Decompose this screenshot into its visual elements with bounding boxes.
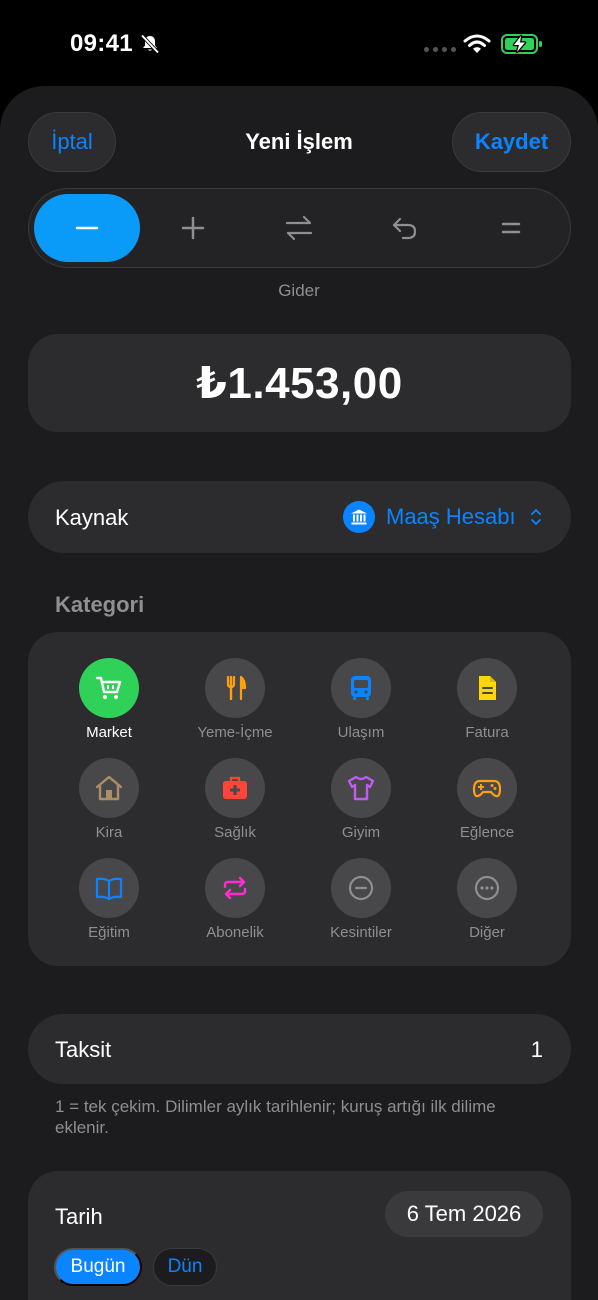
date-section: Tarih 6 Tem 2026 Bugün Dün <box>28 1171 571 1300</box>
bank-icon <box>343 501 375 533</box>
book-icon <box>95 877 123 901</box>
category-label: Abonelik <box>206 924 264 941</box>
category-kesintiler[interactable]: Kesintiler <box>298 858 424 948</box>
category-market[interactable]: Market <box>46 658 172 748</box>
category-diger[interactable]: Diğer <box>424 858 550 948</box>
installment-label: Taksit <box>55 1037 112 1062</box>
category-label: Fatura <box>465 724 509 741</box>
category-label: Ulaşım <box>337 724 385 741</box>
category-label: Kesintiler <box>330 924 392 941</box>
bus-icon <box>351 676 371 700</box>
segment-transfer[interactable] <box>246 194 352 262</box>
yesterday-button[interactable]: Dün <box>153 1248 217 1286</box>
date-label: Tarih <box>55 1204 103 1229</box>
category-egitim[interactable]: Eğitim <box>46 858 172 948</box>
category-yeme-icme[interactable]: Yeme-İçme <box>172 658 298 748</box>
category-giyim[interactable]: Giyim <box>298 758 424 848</box>
installment-note: 1 = tek çekim. Dilimler aylık tarihlenir… <box>55 1097 496 1137</box>
source-value: Maaş Hesabı <box>386 504 516 529</box>
date-picker-button[interactable]: 6 Tem 2026 <box>385 1191 543 1237</box>
ellipsis-circle-icon <box>474 875 500 901</box>
category-label: Eğitim <box>88 924 130 941</box>
plus-icon <box>181 216 205 240</box>
equals-icon <box>501 222 521 234</box>
segment-balance[interactable] <box>458 194 564 262</box>
segment-expense[interactable] <box>34 194 140 262</box>
source-row[interactable]: Kaynak Maaş Hesabı <box>28 481 571 553</box>
cart-icon <box>95 676 122 699</box>
medkit-icon <box>223 776 247 799</box>
installment-value[interactable]: 1 <box>531 1037 543 1063</box>
transfer-arrows-icon <box>285 215 313 241</box>
gamepad-icon <box>472 779 502 798</box>
status-time: 09:41 <box>70 30 133 57</box>
document-icon <box>479 676 496 700</box>
category-section-title: Kategori <box>55 592 145 617</box>
category-grid: Market Yeme-İçme Ulaşım Fatura Kira Sağl… <box>28 632 571 966</box>
transaction-type-segment <box>28 188 571 268</box>
repeat-icon <box>223 876 247 900</box>
category-label: Yeme-İçme <box>197 724 273 741</box>
category-label: Market <box>86 724 132 741</box>
category-label: Kira <box>95 824 123 841</box>
cellular-signal-icon <box>424 47 456 52</box>
category-eglence[interactable]: Eğlence <box>424 758 550 848</box>
category-saglik[interactable]: Sağlık <box>172 758 298 848</box>
minus-circle-icon <box>348 875 374 901</box>
chevron-up-down-icon <box>531 509 541 525</box>
tshirt-icon <box>347 775 375 801</box>
category-abonelik[interactable]: Abonelik <box>172 858 298 948</box>
today-button[interactable]: Bugün <box>54 1248 142 1286</box>
minus-icon <box>75 226 99 230</box>
save-button[interactable]: Kaydet <box>452 112 571 172</box>
source-label: Kaynak <box>55 505 129 530</box>
category-fatura[interactable]: Fatura <box>424 658 550 748</box>
segment-refund[interactable] <box>352 194 458 262</box>
bell-slash-icon <box>140 34 160 54</box>
category-label: Sağlık <box>214 824 256 841</box>
category-label: Giyim <box>341 824 381 841</box>
segment-income[interactable] <box>140 194 246 262</box>
amount-field[interactable]: ₺1.453,00 <box>28 334 571 432</box>
category-kira[interactable]: Kira <box>46 758 172 848</box>
wifi-icon <box>463 34 491 53</box>
undo-arrow-icon <box>392 217 417 240</box>
amount-value: ₺1.453,00 <box>196 358 403 408</box>
battery-charging-icon <box>501 34 542 54</box>
category-ulasim[interactable]: Ulaşım <box>298 658 424 748</box>
category-label: Eğlence <box>459 824 515 841</box>
segment-caption: Gider <box>278 281 320 300</box>
installment-row[interactable]: Taksit 1 <box>28 1014 571 1084</box>
category-label: Diğer <box>469 924 505 941</box>
house-icon <box>95 775 123 801</box>
status-bar: 09:41 <box>0 0 598 86</box>
fork-knife-icon <box>226 675 247 701</box>
